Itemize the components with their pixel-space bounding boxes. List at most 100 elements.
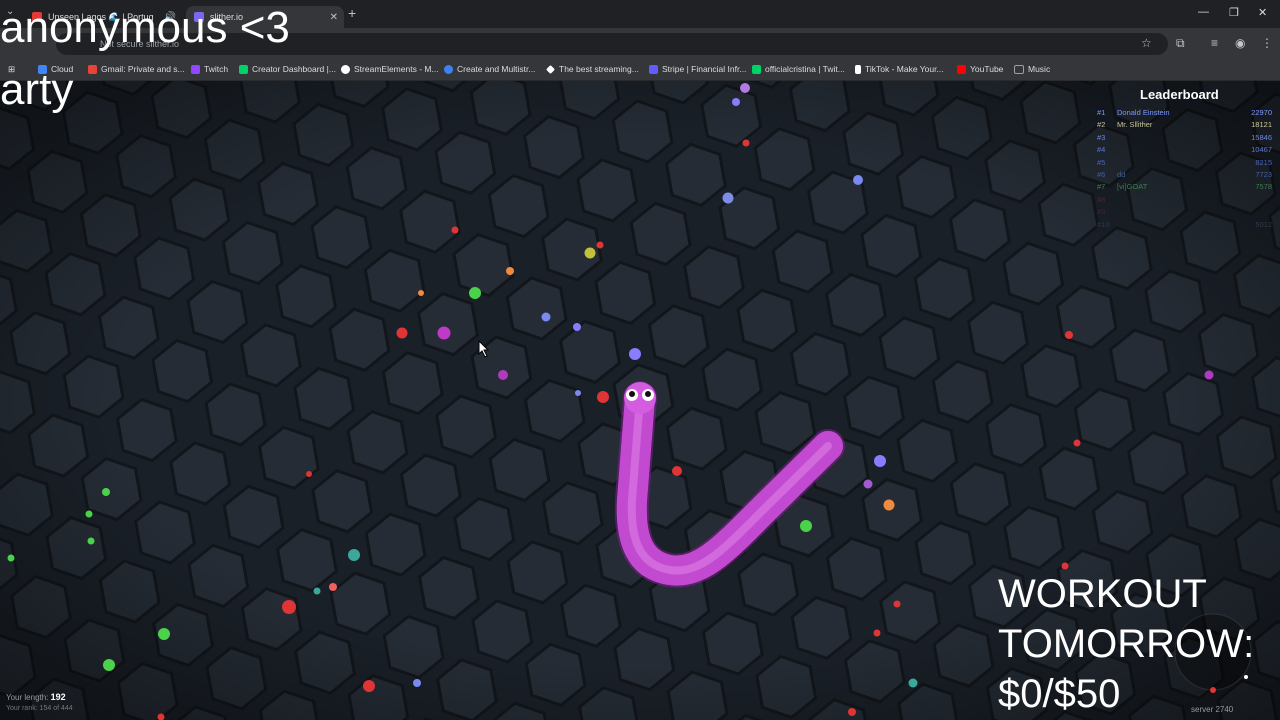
new-tab-icon[interactable]: + xyxy=(348,5,356,21)
restore-icon[interactable]: ❐ xyxy=(1229,6,1239,19)
food-pellet xyxy=(908,678,918,688)
food-pellet xyxy=(413,679,421,687)
food-pellet xyxy=(575,390,581,396)
leaderboard-score: 7578 xyxy=(1255,182,1272,192)
food-pellet xyxy=(1065,331,1073,339)
goal-line3: $0/$50 xyxy=(998,672,1121,716)
minimize-icon[interactable]: — xyxy=(1198,6,1209,18)
food-pellet xyxy=(597,391,609,403)
food-pellet xyxy=(742,139,750,147)
food-pellet xyxy=(7,554,15,562)
close-tab-icon[interactable]: ✕ xyxy=(330,12,338,23)
food-pellet xyxy=(800,520,812,532)
food-pellet xyxy=(629,348,641,360)
google-icon xyxy=(88,64,97,74)
leaderboard-score: 8215 xyxy=(1255,157,1272,167)
food-pellet xyxy=(363,680,375,692)
food-pellet xyxy=(437,326,451,340)
leaderboard-score: 5012 xyxy=(1255,219,1272,229)
folder-icon xyxy=(1014,64,1024,74)
bookmark-streamelements[interactable]: StreamElements - M... xyxy=(341,64,439,74)
bookmark-star-icon[interactable]: ☆ xyxy=(1141,36,1152,50)
stripe-icon xyxy=(649,64,658,74)
mouse-cursor-icon xyxy=(478,340,490,358)
snake-pupil xyxy=(645,391,651,397)
food-pellet xyxy=(848,708,856,716)
close-window-icon[interactable]: ✕ xyxy=(1258,6,1267,19)
food-pellet xyxy=(883,499,895,511)
length-stat: Your length: 192 xyxy=(6,692,66,702)
leaderboard-rank: #1 xyxy=(1097,108,1106,117)
restream-icon xyxy=(444,64,453,74)
profile-icon[interactable]: ◉ xyxy=(1235,36,1245,50)
food-pellet xyxy=(158,628,170,640)
bookmark-twitch[interactable]: Twitch xyxy=(191,64,228,74)
twitch-icon xyxy=(191,64,200,74)
food-pellet xyxy=(102,488,110,496)
food-pellet xyxy=(469,287,481,299)
leaderboard-rank: #8 xyxy=(1097,194,1106,204)
food-pellet xyxy=(541,312,551,322)
bookmark-tiktok[interactable]: TikTok - Make Your... xyxy=(855,64,944,74)
leaderboard-name: Donald Einstein xyxy=(1117,108,1170,117)
food-pellet xyxy=(87,537,95,545)
leaderboard-rank: #10 xyxy=(1097,219,1110,229)
youtube-icon xyxy=(957,64,966,74)
leaderboard-rank: #9 xyxy=(1097,207,1106,217)
leaderboard-rank: #6 xyxy=(1097,170,1106,179)
leaderboard-score: 10467 xyxy=(1251,145,1272,155)
food-pellet xyxy=(672,466,682,476)
bookmark-stripe[interactable]: Stripe | Financial Infr... xyxy=(649,64,746,74)
food-pellet xyxy=(498,370,508,380)
food-pellet xyxy=(732,98,740,106)
leaderboard-name: Mr. Sllither xyxy=(1117,120,1153,130)
server-label: server 2740 xyxy=(1191,705,1234,714)
food-pellet xyxy=(740,83,750,93)
leaderboard-rank: #5 xyxy=(1097,157,1106,167)
food-pellet xyxy=(863,479,873,489)
food-pellet xyxy=(451,226,459,234)
snake-pupil xyxy=(629,391,635,397)
food-pellet xyxy=(506,267,514,275)
bookmark-youtube[interactable]: YouTube xyxy=(957,64,1003,74)
food-pellet xyxy=(1073,439,1081,447)
kick-icon xyxy=(239,64,248,74)
length-value: 192 xyxy=(50,692,66,702)
leaderboard-rank: #4 xyxy=(1097,145,1106,155)
food-pellet xyxy=(596,241,604,249)
rank-stat: Your rank: 154 of 444 xyxy=(6,705,73,712)
leaderboard-score: 15846 xyxy=(1251,132,1272,142)
media-control-icon[interactable]: ≡ xyxy=(1211,36,1218,50)
food-pellet xyxy=(722,192,734,204)
extensions-icon[interactable]: ⧉ xyxy=(1176,36,1185,51)
food-pellet xyxy=(313,587,321,595)
bookmark-restream[interactable]: Create and Multistr... xyxy=(444,64,535,74)
donation-alert-line2: arty xyxy=(0,65,74,114)
food-pellet xyxy=(418,290,424,296)
leaderboard-score: 7723 xyxy=(1255,170,1272,179)
food-pellet xyxy=(1204,370,1214,380)
food-pellet xyxy=(306,471,312,477)
food-pellet xyxy=(584,247,596,259)
leaderboard-rank: #7 xyxy=(1097,182,1106,192)
leaderboard-score: 22970 xyxy=(1251,108,1272,117)
leaderboard-rank: #2 xyxy=(1097,120,1106,130)
food-pellet xyxy=(282,600,296,614)
menu-icon[interactable]: ⋮ xyxy=(1261,36,1273,50)
bookmark-music-folder[interactable]: Music xyxy=(1014,64,1050,74)
donation-alert-line1: anonymous <3 xyxy=(0,3,290,52)
food-pellet xyxy=(396,327,408,339)
bookmark-streaming[interactable]: The best streaming... xyxy=(546,64,639,74)
food-pellet xyxy=(1061,562,1069,570)
bookmark-officialcristina[interactable]: officialcristina | Twit... xyxy=(752,64,845,74)
streamelements-icon xyxy=(341,64,350,74)
food-pellet xyxy=(853,175,863,185)
food-pellet xyxy=(573,323,581,331)
food-pellet xyxy=(874,455,886,467)
leaderboard-name: dd xyxy=(1117,170,1126,179)
leaderboard-score: 18121 xyxy=(1251,120,1272,130)
bookmark-creator-dashboard[interactable]: Creator Dashboard |... xyxy=(239,64,336,74)
bookmark-gmail[interactable]: Gmail: Private and s... xyxy=(88,64,185,74)
leaderboard-name: [vi]GOAT xyxy=(1117,182,1148,192)
tiktok-icon xyxy=(855,64,861,74)
